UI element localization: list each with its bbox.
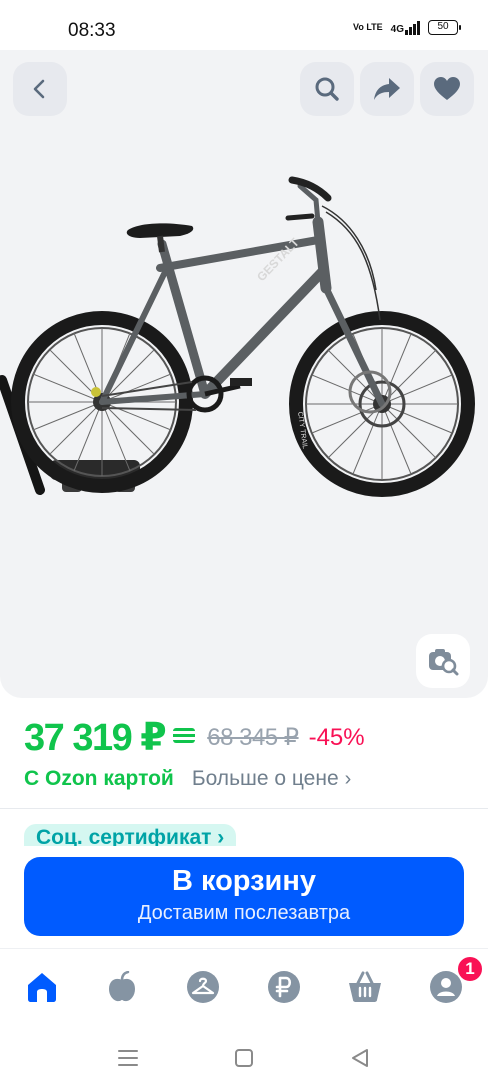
volte-icon: Vo LTE — [352, 22, 383, 32]
add-to-cart-label: В корзину — [171, 865, 317, 897]
more-price-link[interactable]: Больше о цене — [192, 767, 339, 791]
search-icon — [315, 77, 339, 101]
apple-icon — [109, 971, 135, 1002]
network-type: 4G — [390, 23, 404, 35]
battery-level: 50 — [437, 21, 449, 32]
profile-notification-badge: 1 — [456, 955, 484, 983]
ozon-card-icon — [173, 728, 196, 743]
basket-icon — [349, 971, 381, 1002]
share-button[interactable] — [360, 62, 414, 116]
frame-brand: GESTALT — [254, 235, 302, 284]
heart-icon — [434, 77, 460, 100]
status-icons: Vo LTE 4G 50 — [352, 20, 461, 35]
bottom-tab-bar — [0, 948, 488, 1024]
back-button[interactable] — [13, 62, 67, 116]
price-sub-row[interactable]: С Ozon картой Больше о цене › — [24, 767, 351, 791]
tab-finance[interactable] — [264, 967, 304, 1007]
battery-icon: 50 — [428, 20, 461, 35]
system-navigation-bar — [0, 1024, 488, 1090]
hanger-icon — [187, 971, 219, 1003]
photo-search-button[interactable] — [416, 634, 470, 688]
product-image[interactable]: GESTALT CITY TRAIL — [0, 160, 488, 520]
saddle — [126, 223, 194, 253]
signal-bars — [405, 20, 420, 35]
tab-fresh[interactable] — [102, 967, 142, 1007]
signal-icon: 4G — [390, 20, 420, 35]
tab-home[interactable] — [22, 967, 62, 1007]
back-arrow-icon — [33, 79, 45, 99]
divider — [0, 808, 488, 809]
social-certificate-chip[interactable]: Соц. сертификат › — [24, 824, 314, 846]
ruble-icon — [268, 971, 300, 1003]
tab-cart[interactable] — [345, 967, 385, 1007]
price-old: 68 345 ₽ — [207, 724, 299, 751]
search-button[interactable] — [300, 62, 354, 116]
product-gallery[interactable]: GESTALT CITY TRAIL — [0, 50, 488, 698]
price-current: 37 319 ₽ — [24, 717, 167, 759]
share-icon — [374, 78, 400, 100]
delivery-label: Доставим послезавтра — [137, 902, 351, 924]
system-home-button[interactable] — [230, 1044, 258, 1072]
photo-search-icon — [429, 649, 459, 676]
favorite-button[interactable] — [420, 62, 474, 116]
system-back-button[interactable] — [346, 1044, 374, 1072]
chevron-right-icon: › — [344, 767, 352, 790]
menu-icon — [118, 1050, 138, 1066]
status-time: 08:33 — [68, 20, 116, 41]
home-icon — [28, 973, 56, 1002]
social-certificate-label: Соц. сертификат › — [24, 824, 237, 846]
triangle-back-icon — [352, 1049, 368, 1067]
add-to-cart-button[interactable]: В корзину Доставим послезавтра — [24, 857, 464, 936]
price-row[interactable]: 37 319 ₽ 68 345 ₽ -45% — [24, 715, 365, 760]
tab-clothes[interactable] — [183, 967, 223, 1007]
system-menu-button[interactable] — [114, 1044, 142, 1072]
discount-badge: -45% — [308, 723, 365, 751]
drivetrain — [91, 370, 392, 414]
status-bar: 08:33 Vo LTE 4G 50 — [0, 0, 488, 56]
ozon-card-label: С Ozon картой — [24, 767, 174, 790]
square-icon — [235, 1049, 253, 1067]
